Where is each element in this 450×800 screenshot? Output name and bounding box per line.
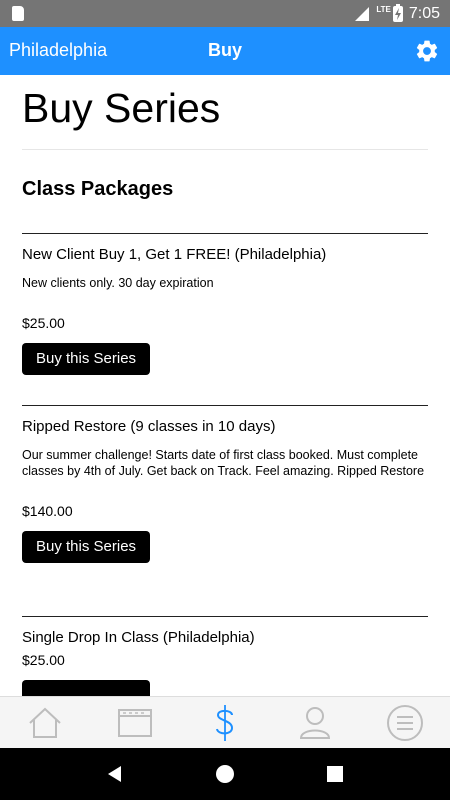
package-card: New Client Buy 1, Get 1 FREE! (Philadelp… <box>22 233 428 375</box>
package-price: $25.00 <box>22 315 65 331</box>
package-name: Single Drop In Class (Philadelphia) <box>22 629 255 646</box>
page-title: Buy Series <box>22 85 221 131</box>
buy-series-button[interactable]: Buy this Series <box>22 343 151 375</box>
dollar-icon <box>216 704 234 741</box>
package-price: $25.00 <box>22 652 65 668</box>
nav-menu[interactable] <box>375 699 435 747</box>
nav-home[interactable] <box>15 699 75 747</box>
back-icon <box>108 766 121 782</box>
app-bar: Philadelphia Buy <box>0 27 450 75</box>
buy-series-button[interactable] <box>22 680 150 696</box>
signal-icon <box>355 6 370 21</box>
status-bar: LTE 7:05 <box>0 0 450 27</box>
package-price: $140.00 <box>22 503 73 519</box>
divider <box>22 616 428 617</box>
square-icon <box>327 766 343 782</box>
gear-icon[interactable] <box>414 38 440 64</box>
menu-icon <box>387 704 423 741</box>
bottom-navigation <box>0 696 450 748</box>
package-name: New Client Buy 1, Get 1 FREE! (Philadelp… <box>22 246 327 263</box>
nav-schedule[interactable] <box>105 699 165 747</box>
home-icon <box>29 707 61 738</box>
divider <box>22 405 428 406</box>
nav-profile[interactable] <box>285 699 345 747</box>
package-description: New clients only. 30 day expiration <box>22 276 214 290</box>
divider <box>22 233 428 234</box>
sd-card-icon <box>12 6 24 21</box>
package-description: Our summer challenge! Starts date of fir… <box>22 448 425 478</box>
content-area[interactable]: Buy Series Class Packages New Client Buy… <box>0 75 450 696</box>
schedule-icon <box>118 708 152 737</box>
home-button[interactable] <box>205 754 245 794</box>
nav-buy[interactable] <box>195 699 255 747</box>
buy-series-button[interactable]: Buy this Series <box>22 531 151 563</box>
network-type: LTE <box>376 5 391 14</box>
recents-button[interactable] <box>315 754 355 794</box>
back-button[interactable] <box>95 754 135 794</box>
location-selector[interactable]: Philadelphia <box>9 40 107 61</box>
package-card: Single Drop In Class (Philadelphia) $25.… <box>22 616 428 696</box>
battery-icon <box>392 3 403 22</box>
profile-icon <box>299 706 331 739</box>
circle-icon <box>216 765 234 783</box>
section-title: Class Packages <box>22 178 174 200</box>
divider <box>22 149 428 150</box>
clock: 7:05 <box>408 4 440 22</box>
package-card: Ripped Restore (9 classes in 10 days) Ou… <box>22 405 428 563</box>
system-navigation-bar <box>0 748 450 800</box>
package-name: Ripped Restore (9 classes in 10 days) <box>22 418 276 435</box>
